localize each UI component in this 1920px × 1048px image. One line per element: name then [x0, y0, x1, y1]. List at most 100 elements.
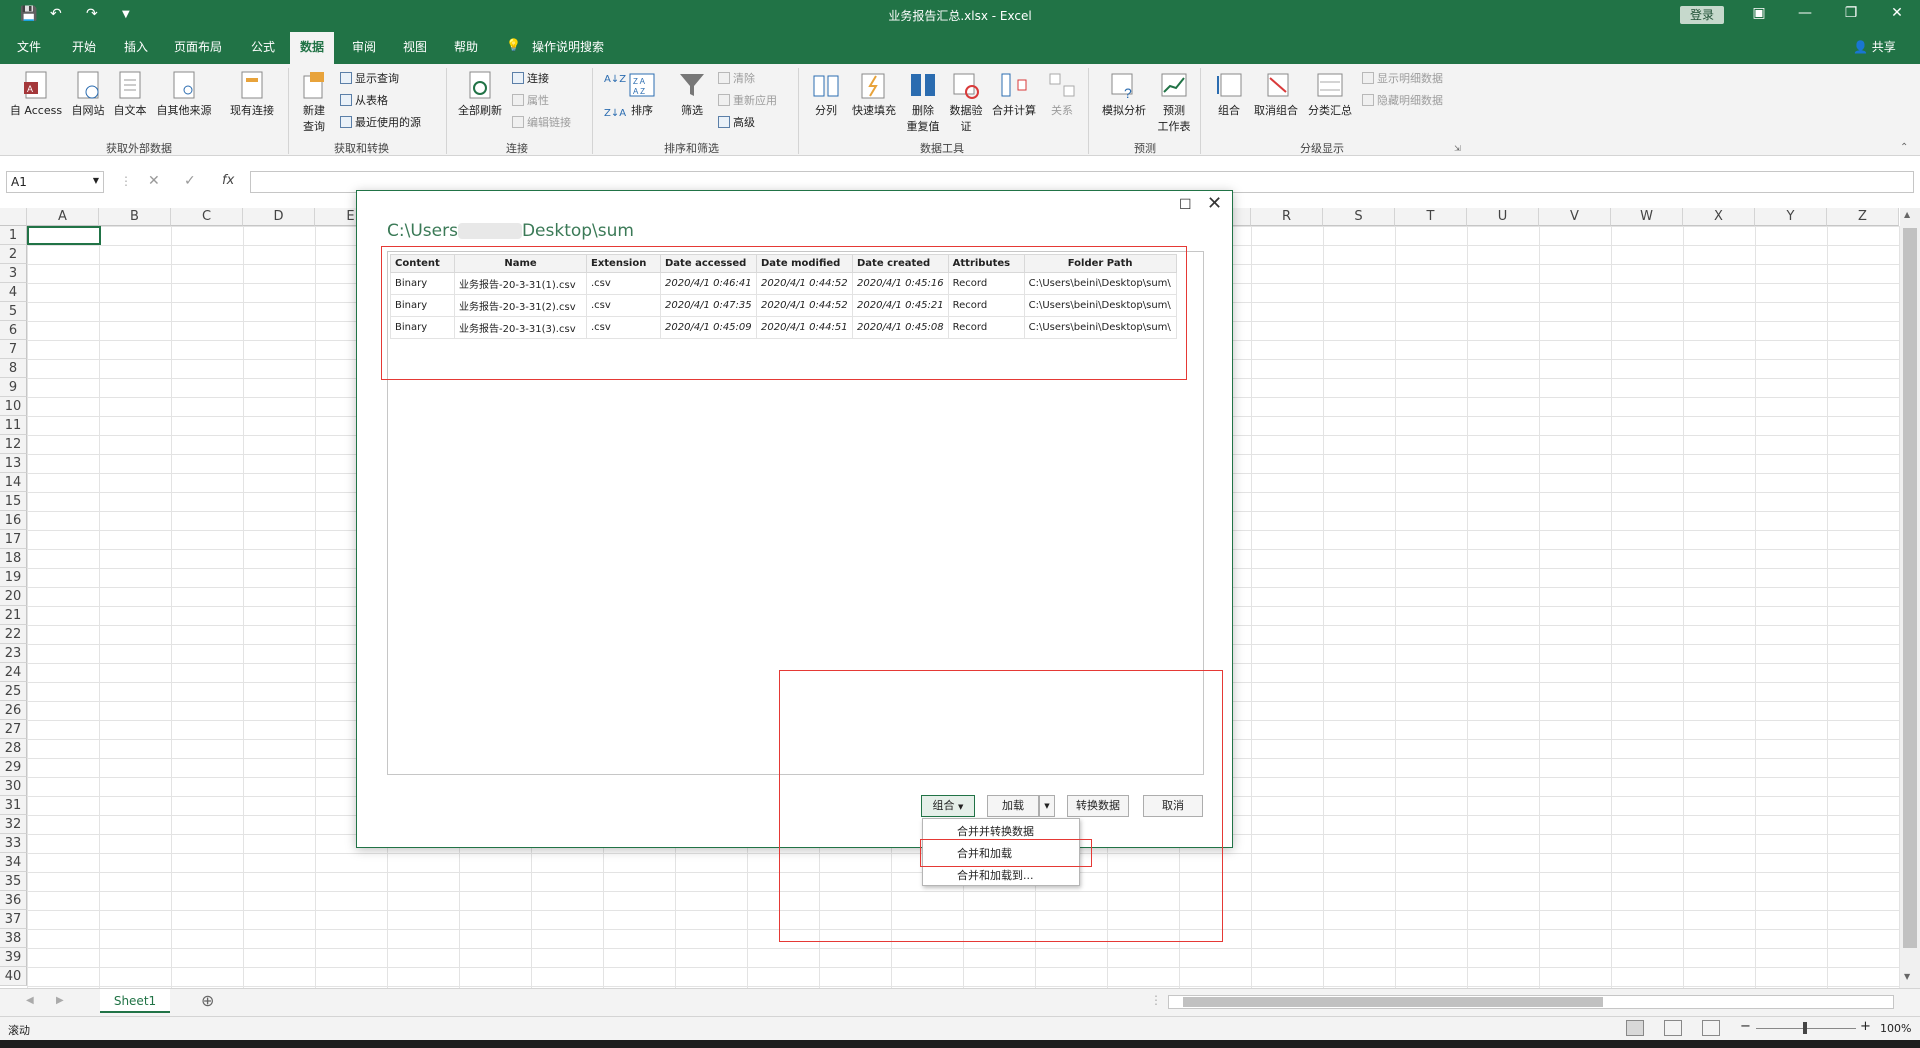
column-header-cell[interactable]: W	[1611, 208, 1683, 226]
show-queries-button[interactable]: 显示查询	[340, 70, 399, 86]
row-header-cell[interactable]: 40	[0, 967, 27, 986]
row-header-cell[interactable]: 34	[0, 853, 27, 872]
zoom-level[interactable]: 100%	[1880, 1022, 1911, 1035]
zoom-out-icon[interactable]: −	[1740, 1019, 1751, 1034]
text-to-columns-button[interactable]: 分列	[808, 70, 844, 118]
tab-review[interactable]: 审阅	[352, 38, 376, 55]
insert-function-icon[interactable]: fx	[222, 173, 234, 188]
minimize-icon[interactable]: —	[1790, 5, 1820, 21]
column-header-cell[interactable]: Y	[1755, 208, 1827, 226]
flash-fill-button[interactable]: 快速填充	[848, 70, 900, 118]
row-header-cell[interactable]: 19	[0, 568, 27, 587]
tab-formulas[interactable]: 公式	[251, 38, 275, 55]
sort-descending-icon[interactable]: Z↓A	[604, 108, 626, 119]
properties-button[interactable]: 属性	[512, 92, 549, 108]
clear-filter-button[interactable]: 清除	[718, 70, 755, 86]
tell-me-search[interactable]: 操作说明搜索	[532, 38, 604, 55]
row-header-cell[interactable]: 30	[0, 777, 27, 796]
row-header-cell[interactable]: 18	[0, 549, 27, 568]
vertical-scrollbar[interactable]: ▲ ▼	[1900, 208, 1920, 988]
data-validation-button[interactable]: 数据验 证	[946, 70, 986, 134]
restore-icon[interactable]: ❐	[1836, 5, 1866, 21]
login-button[interactable]: 登录	[1680, 6, 1724, 24]
row-header-cell[interactable]: 36	[0, 891, 27, 910]
confirm-entry-icon[interactable]: ✓	[184, 173, 196, 189]
row-header-cell[interactable]: 27	[0, 720, 27, 739]
column-header-cell[interactable]: R	[1251, 208, 1323, 226]
row-header-cell[interactable]: 4	[0, 283, 27, 302]
horizontal-scrollbar[interactable]	[1168, 995, 1894, 1009]
existing-connections-button[interactable]: 现有连接	[224, 70, 280, 118]
row-header-cell[interactable]: 24	[0, 663, 27, 682]
tab-view[interactable]: 视图	[403, 38, 427, 55]
new-query-button[interactable]: 新建 查询	[296, 70, 332, 134]
page-layout-view-icon[interactable]	[1664, 1020, 1682, 1036]
next-sheet-icon[interactable]: ▶	[56, 995, 64, 1006]
column-header-cell[interactable]: B	[99, 208, 171, 226]
name-box[interactable]: A1 ▼	[6, 171, 104, 193]
tab-data[interactable]: 数据	[290, 32, 335, 64]
row-header-cell[interactable]: 37	[0, 910, 27, 929]
show-detail-button[interactable]: 显示明细数据	[1362, 70, 1443, 86]
advanced-filter-button[interactable]: 高级	[718, 114, 755, 130]
row-header-cell[interactable]: 38	[0, 929, 27, 948]
row-header-cell[interactable]: 7	[0, 340, 27, 359]
from-table-button[interactable]: 从表格	[340, 92, 388, 108]
from-web-button[interactable]: 自网站	[68, 70, 108, 118]
hide-detail-button[interactable]: 隐藏明细数据	[1362, 92, 1443, 108]
remove-duplicates-button[interactable]: 删除 重复值	[902, 70, 944, 134]
row-header-cell[interactable]: 23	[0, 644, 27, 663]
zoom-in-icon[interactable]: +	[1860, 1019, 1871, 1034]
ungroup-button[interactable]: 取消组合	[1250, 70, 1302, 118]
tab-insert[interactable]: 插入	[124, 38, 148, 55]
add-sheet-icon[interactable]: ⊕	[201, 991, 214, 1010]
row-header-cell[interactable]: 10	[0, 397, 27, 416]
share-button[interactable]: 👤 共享	[1853, 38, 1896, 55]
row-header-cell[interactable]: 39	[0, 948, 27, 967]
from-text-button[interactable]: 自文本	[110, 70, 150, 118]
name-box-dropdown-icon[interactable]: ▼	[93, 176, 99, 185]
page-break-view-icon[interactable]	[1702, 1020, 1720, 1036]
recent-sources-button[interactable]: 最近使用的源	[340, 114, 421, 130]
relationships-button[interactable]: 关系	[1044, 70, 1080, 118]
sheet-tab-sheet1[interactable]: Sheet1	[100, 989, 170, 1013]
column-header-cell[interactable]: V	[1539, 208, 1611, 226]
column-header-cell[interactable]: X	[1683, 208, 1755, 226]
close-icon[interactable]: ✕	[1882, 5, 1912, 21]
row-header-cell[interactable]: 22	[0, 625, 27, 644]
row-header-cell[interactable]: 2	[0, 245, 27, 264]
row-header-cell[interactable]: 21	[0, 606, 27, 625]
row-header-cell[interactable]: 16	[0, 511, 27, 530]
column-header-cell[interactable]: S	[1323, 208, 1395, 226]
row-header-cell[interactable]: 29	[0, 758, 27, 777]
what-if-analysis-button[interactable]: ? 模拟分析	[1096, 70, 1152, 118]
reapply-button[interactable]: 重新应用	[718, 92, 777, 108]
cancel-entry-icon[interactable]: ✕	[148, 173, 160, 189]
zoom-slider-thumb[interactable]	[1803, 1022, 1807, 1034]
row-header-cell[interactable]: 26	[0, 701, 27, 720]
row-header-cell[interactable]: 32	[0, 815, 27, 834]
column-header-cell[interactable]: Z	[1827, 208, 1899, 226]
forecast-sheet-button[interactable]: 预测 工作表	[1154, 70, 1194, 134]
collapse-ribbon-icon[interactable]: ⌃	[1900, 142, 1908, 153]
row-header-cell[interactable]: 35	[0, 872, 27, 891]
subtotal-button[interactable]: 分类汇总	[1304, 70, 1356, 118]
row-header-cell[interactable]: 8	[0, 359, 27, 378]
row-header-cell[interactable]: 15	[0, 492, 27, 511]
row-header-cell[interactable]: 1	[0, 226, 27, 245]
column-header-cell[interactable]: U	[1467, 208, 1539, 226]
tab-file[interactable]: 文件	[17, 38, 41, 55]
select-all-corner[interactable]	[0, 208, 27, 226]
row-header-cell[interactable]: 11	[0, 416, 27, 435]
row-header-cell[interactable]: 3	[0, 264, 27, 283]
row-header-cell[interactable]: 20	[0, 587, 27, 606]
column-header-cell[interactable]: C	[171, 208, 243, 226]
row-header-cell[interactable]: 28	[0, 739, 27, 758]
vertical-scroll-thumb[interactable]	[1903, 228, 1917, 948]
ribbon-display-icon[interactable]: ▣	[1744, 5, 1774, 21]
column-header-cell[interactable]: T	[1395, 208, 1467, 226]
edit-links-button[interactable]: 编辑链接	[512, 114, 571, 130]
row-header-cell[interactable]: 14	[0, 473, 27, 492]
consolidate-button[interactable]: 合并计算	[988, 70, 1040, 118]
tab-splitter-icon[interactable]: ⋮	[1150, 993, 1162, 1007]
